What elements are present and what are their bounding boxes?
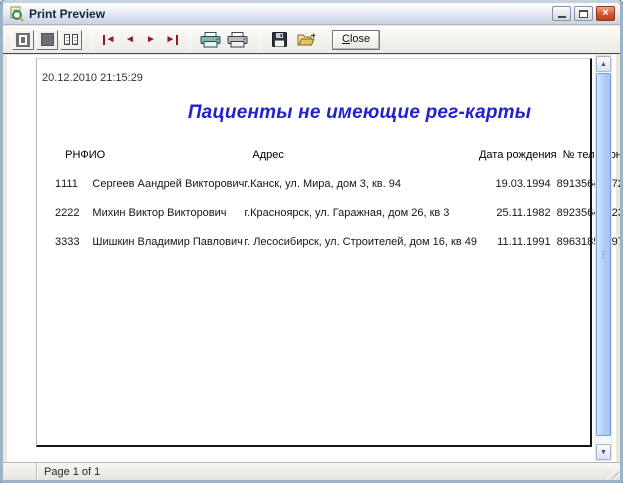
table-header-row: РН ФИО Адрес Дата рождения № телефона [55,143,623,169]
page-indicator: Page 1 of 1 [44,465,101,478]
toolbar-close-button[interactable]: Close [332,29,381,50]
next-page-icon: ► [146,33,156,45]
toolbar-separator [190,29,191,50]
minimize-icon [557,16,566,18]
cell-address: г.Канск, ул. Мира, дом 3, кв. 94 [244,177,401,190]
close-button-label: lose [349,32,371,45]
report-title: Пациенты не имеющие рег-карты [187,102,532,123]
column-header-birthdate: Дата рождения [478,149,557,161]
zoom-whole-page-icon [16,32,30,47]
report-timestamp: 20.12.2010 21:15:29 [42,72,143,84]
maximize-icon [579,9,588,18]
cell-fio: Сергеев Аандрей Викторович [92,177,245,190]
printer-setup-icon [200,31,221,48]
report-table: РН ФИО Адрес Дата рождения № телефона 1 … [55,143,623,256]
load-report-button[interactable] [294,30,319,50]
cell-birthdate: 25.11.1982 [496,206,551,219]
table-row: 2 222 Михин Виктор Викторович г.Краснояр… [55,198,623,227]
status-panel-left [3,463,37,480]
save-report-button[interactable] [267,30,292,50]
cell-phone: 896318564978 [556,235,623,248]
table-row: 1 111 Сергеев Аандрей Викторович г.Канск… [55,169,623,198]
close-button-label: C [342,32,350,45]
zoom-100-icon [40,33,54,46]
scrollbar-thumb[interactable] [596,73,611,436]
window-controls: × [552,6,615,21]
next-page-button[interactable]: ► [141,30,161,50]
arrow-down-icon: ▼ [600,448,607,456]
arrow-up-icon: ▲ [600,60,607,68]
zoom-100-button[interactable] [36,29,58,50]
status-bar: Page 1 of 1 [3,462,620,480]
cell-rn: 222 [61,206,80,219]
printer-setup-button[interactable] [198,30,223,50]
scrollbar-grip-icon [602,250,605,259]
previous-page-button[interactable]: ◄ [120,30,140,50]
print-button[interactable] [225,30,250,50]
cell-fio: Шишкин Владимир Павлович [92,235,243,248]
open-folder-icon [297,32,316,47]
window-title: Print Preview [29,6,106,21]
cell-rn: 333 [61,235,80,248]
toolbar-separator [259,29,260,50]
maximize-button[interactable] [574,6,593,21]
close-icon: × [602,7,609,19]
column-header-phone: № телефона [562,149,623,161]
close-window-button[interactable]: × [596,6,615,21]
titlebar[interactable]: Print Preview × [3,3,620,25]
minimize-button[interactable] [552,6,571,21]
zoom-two-page-icon [64,34,78,45]
cell-phone: 892356498236 [556,206,623,219]
first-page-icon: ◄ [102,34,115,45]
vertical-scrollbar[interactable]: ▲ ▼ [595,55,612,461]
app-icon [8,6,24,22]
cell-fio: Михин Виктор Викторович [92,206,227,219]
column-header-fio: ФИО [80,149,106,161]
column-header-rn: РН [65,149,81,161]
cell-rn: 111 [61,177,78,190]
column-header-address: Адрес [252,149,284,161]
table-row: 3 333 Шишкин Владимир Павлович г. Лесоси… [55,227,623,256]
print-preview-window: Print Preview × ◄ ◄ ► ► Close 20.12.2010… [0,0,623,483]
cell-phone: 891356498721 [556,177,623,190]
zoom-two-page-button[interactable] [60,29,82,50]
save-icon [272,32,287,47]
toolbar-separator [91,29,92,50]
preview-area: 20.12.2010 21:15:29 Пациенты не имеющие … [7,55,620,462]
report-page: 20.12.2010 21:15:29 Пациенты не имеющие … [36,58,620,447]
cell-birthdate: 19.03.1994 [495,177,551,190]
scroll-up-button[interactable]: ▲ [596,56,611,72]
previous-page-icon: ◄ [125,33,135,45]
print-icon [227,31,248,48]
cell-address: г.Красноярск, ул. Гаражная, дом 26, кв 3 [244,206,450,219]
scroll-down-button[interactable]: ▼ [596,444,611,460]
cell-address: г. Лесосибирск, ул. Строителей, дом 16, … [244,235,477,248]
last-page-icon: ► [166,34,179,45]
last-page-button[interactable]: ► [162,30,182,50]
toolbar: ◄ ◄ ► ► Close [3,26,620,54]
zoom-whole-page-button[interactable] [12,29,34,50]
first-page-button[interactable]: ◄ [99,30,119,50]
cell-birthdate: 11.11.1991 [497,235,551,248]
status-panel-main: Page 1 of 1 [37,466,620,478]
